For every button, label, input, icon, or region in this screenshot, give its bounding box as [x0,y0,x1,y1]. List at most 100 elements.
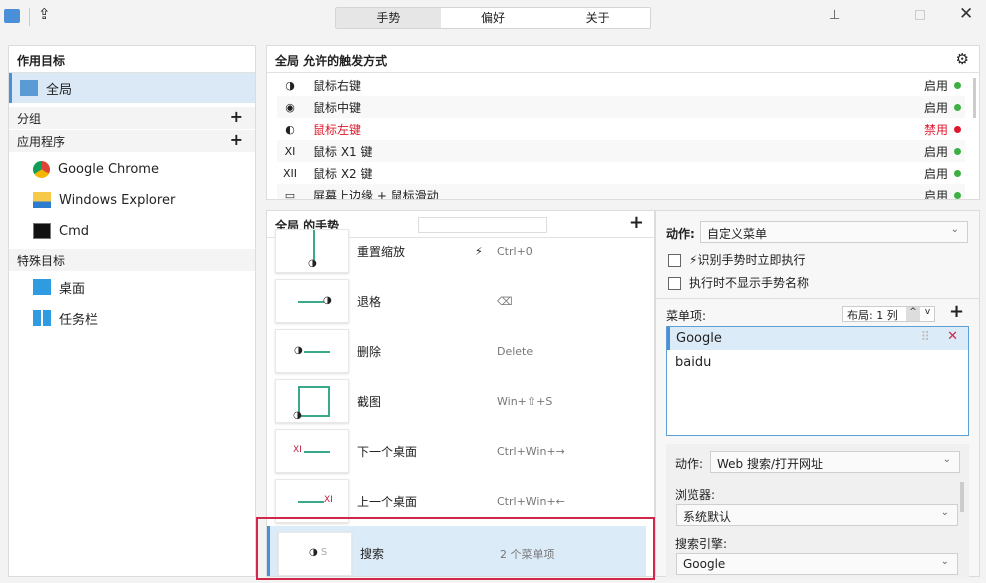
triggers-title: 全局 允许的触发方式 [267,46,979,73]
trigger-row[interactable]: ▭ 屏幕上边缘 + 鼠标滑动 启用 [277,184,965,200]
gesture-row[interactable]: ◑ 截图 Win+⇧+S [275,376,646,426]
scrollbar[interactable] [960,482,964,512]
app-cmd[interactable]: Cmd [9,216,255,246]
trigger-icon: XI [284,144,296,158]
hide-name-checkbox[interactable]: 执行时不显示手势名称 [668,274,809,291]
taskbar-icon [33,310,51,326]
trigger-icon: XII [282,166,298,180]
section-label: 特殊目标 [17,254,66,268]
gesture-action: Delete [497,344,534,358]
gesture-action: Ctrl+Win+→ [497,444,565,458]
layout-up-button[interactable]: ^ [906,307,920,321]
trigger-row[interactable]: ◑ 鼠标右键 启用 [277,74,965,96]
target-desktop[interactable]: 桌面 [9,272,255,302]
trigger-status[interactable]: 启用 [924,143,948,160]
app-label: Windows Explorer [59,192,176,208]
app-label: Cmd [59,223,89,239]
gesture-row[interactable]: ◑ 重置缩放 ⚡ Ctrl+0 [275,226,646,276]
gesture-action: Win+⇧+S [497,394,553,408]
pin-icon[interactable]: ⊥ [829,8,840,23]
gesture-row[interactable]: ◑ 退格 ⌫ [275,276,646,326]
menu-item-google[interactable]: Google ⠿ ✕ [667,327,968,350]
maximize-button[interactable] [915,10,925,20]
target-taskbar[interactable]: 任务栏 [9,303,255,333]
delete-icon[interactable]: ✕ [947,329,958,344]
menu-item-label: Google [676,331,722,346]
browser-select[interactable]: 系统默认 ⌄ [676,504,958,526]
menu-item-settings: 动作: Web 搜索/打开网址 ⌄ 浏览器: 系统默认 ⌄ 搜索引擎: Google… [666,444,969,578]
special-section: 特殊目标 [9,249,255,271]
gesture-name: 截图 [357,394,382,409]
trigger-icon: ▭ [284,188,296,200]
status-dot [954,169,961,177]
gesture-thumbnail: ◑ [275,279,349,323]
tab-about[interactable]: 关于 [545,8,650,28]
trigger-icon: ◑ [285,78,295,92]
targets-panel: 作用目标 全局 分组 + 应用程序 + Google Chrome Windows … [8,45,256,577]
trigger-row[interactable]: XII 鼠标 X2 键 启用 [277,162,965,184]
select-value: Web 搜索/打开网址 [717,457,824,471]
engine-select[interactable]: Google ⌄ [676,553,958,575]
select-value: Google [683,557,726,571]
checkbox-label: 识别手势时立即执行 [697,253,806,267]
trigger-row[interactable]: ◉ 鼠标中键 启用 [277,96,965,118]
menu-item-label: baidu [675,355,712,370]
menu-item-baidu[interactable]: baidu [667,351,968,374]
trigger-label: 鼠标 X2 键 [313,166,373,181]
status-dot [954,81,961,89]
app-logo-icon [4,9,20,23]
layout-value: 布局: 1 列 [847,309,898,322]
export-icon[interactable]: ⇪ [38,5,51,23]
section-label: 应用程序 [17,135,66,149]
chevron-down-icon: ⌄ [950,224,959,235]
layout-down-button[interactable]: v [921,307,934,321]
menu-items-label: 菜单项: [666,309,707,323]
gesture-row[interactable]: XI 下一个桌面 Ctrl+Win+→ [275,426,646,476]
tab-preferences[interactable]: 偏好 [441,8,546,28]
trigger-status[interactable]: 启用 [924,99,948,116]
target-label: 任务栏 [59,312,99,328]
sub-action-label: 动作: [675,457,704,471]
trigger-label: 屏幕上边缘 + 鼠标滑动 [313,188,439,200]
status-dot [954,103,961,111]
gesture-action: Ctrl+Win+← [497,494,565,508]
action-select[interactable]: 自定义菜单 ⌄ [700,221,968,243]
gesture-thumbnail: ◑ [275,229,349,273]
add-group-button[interactable]: + [230,107,243,126]
select-value: 自定义菜单 [707,227,768,241]
status-dot [954,147,961,155]
tab-gestures[interactable]: 手势 [336,8,441,28]
groups-section: 分组 + [9,107,255,129]
add-app-button[interactable]: + [230,130,243,149]
gesture-thumbnail: ◑ [275,379,349,423]
trigger-label: 鼠标右键 [313,78,362,93]
app-explorer[interactable]: Windows Explorer [9,185,255,215]
trigger-row[interactable]: XI 鼠标 X1 键 启用 [277,140,965,162]
app-label: Google Chrome [58,161,159,177]
sub-action-select[interactable]: Web 搜索/打开网址 ⌄ [710,451,960,473]
trigger-status[interactable]: 启用 [924,77,948,94]
instant-checkbox[interactable]: ⚡识别手势时立即执行 [668,251,805,268]
status-dot [954,125,961,133]
gesture-name: 删除 [357,344,382,359]
trigger-label: 鼠标左键 [313,122,362,137]
trigger-row[interactable]: ◐ 鼠标左键 禁用 [277,118,965,140]
layout-box: 布局: 1 列 ^ v [842,306,935,322]
app-chrome[interactable]: Google Chrome [9,154,255,184]
cursor-icon [20,80,38,96]
trigger-status[interactable]: 启用 [924,165,948,182]
chevron-down-icon: ⌄ [940,556,949,567]
close-button[interactable]: ✕ [959,4,973,24]
trigger-status[interactable]: 禁用 [924,121,948,138]
gesture-row[interactable]: ◑ 删除 Delete [275,326,646,376]
target-global[interactable]: 全局 [9,73,255,103]
gear-icon[interactable]: ⚙ [956,50,969,68]
scrollbar[interactable] [973,78,976,118]
add-menu-item-button[interactable]: + [949,301,964,322]
divider [656,298,979,299]
trigger-status[interactable]: 启用 [924,187,948,200]
gesture-thumbnail: XI [275,429,349,473]
detail-panel: 动作: 自定义菜单 ⌄ ⚡识别手势时立即执行 执行时不显示手势名称 菜单项: 布局… [655,210,980,578]
apps-section: 应用程序 + [9,130,255,152]
drag-handle-icon[interactable]: ⠿ [920,330,930,345]
